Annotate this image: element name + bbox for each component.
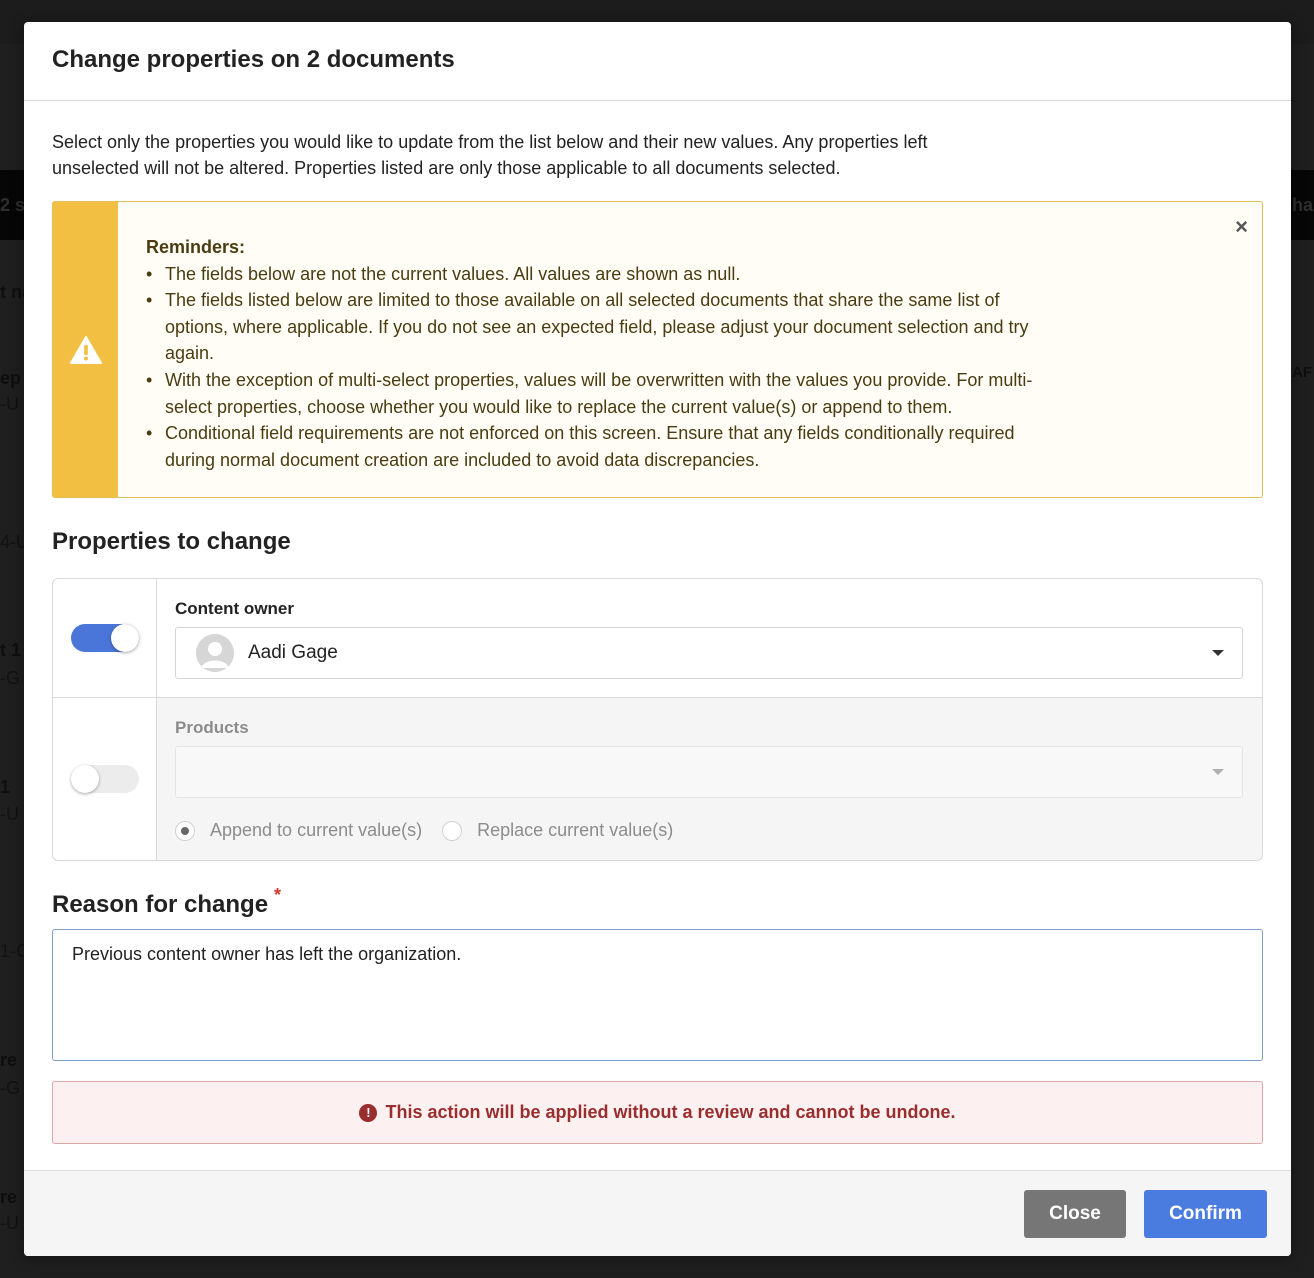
required-marker: * [274, 885, 282, 905]
intro-text: Select only the properties you would lik… [52, 132, 928, 178]
irreversible-warning-text: This action will be applied without a re… [385, 1102, 956, 1122]
property-row-content-owner: Content owner Aadi Gage [53, 579, 1262, 698]
confirm-button[interactable]: Confirm [1144, 1189, 1267, 1238]
property-row-products: Products Append to current value(s) Repl… [53, 698, 1262, 860]
replace-radio[interactable]: Replace current value(s) [442, 820, 673, 841]
property-toggle-cell [53, 579, 157, 697]
toggle-knob [110, 624, 139, 652]
radio-button-checked[interactable] [175, 820, 195, 841]
append-radio[interactable]: Append to current value(s) [175, 820, 422, 841]
property-main: Content owner Aadi Gage [157, 579, 1262, 697]
close-icon[interactable]: × [1235, 214, 1248, 240]
alert-side-bar [53, 202, 118, 497]
reason-textarea[interactable]: Previous content owner has left the orga… [52, 929, 1263, 1061]
warning-icon [69, 335, 102, 364]
properties-list: Content owner Aadi Gage Products Append … [52, 578, 1263, 861]
content-owner-value: Aadi Gage [248, 642, 338, 663]
content-owner-toggle[interactable] [70, 624, 139, 652]
products-toggle[interactable] [70, 765, 139, 793]
products-mode-radios: Append to current value(s) Replace curre… [175, 820, 1243, 841]
reason-section-title: Reason for change * [52, 885, 281, 919]
alert-heading: Reminders: [146, 237, 246, 257]
alert-list-item: The fields below are not the current val… [146, 261, 1050, 288]
content-owner-label: Content owner [175, 599, 294, 618]
alert-list: The fields below are not the current val… [146, 261, 1050, 474]
modal-footer: Close Confirm [24, 1170, 1291, 1256]
modal-body: Select only the properties you would lik… [24, 101, 1291, 1144]
close-button[interactable]: Close [1024, 1189, 1126, 1238]
error-icon: ! [359, 1103, 378, 1122]
modal-header: Change properties on 2 documents [24, 22, 1291, 101]
content-owner-select[interactable]: Aadi Gage [175, 627, 1243, 679]
chevron-down-icon[interactable] [1212, 650, 1224, 656]
property-toggle-cell [53, 698, 157, 860]
change-properties-modal: Change properties on 2 documents Select … [24, 22, 1291, 1256]
reason-title-text: Reason for change [52, 891, 269, 918]
toggle-knob [70, 765, 99, 793]
alert-content: Reminders: The fields below are not the … [118, 202, 1078, 497]
alert-list-item: The fields listed below are limited to t… [146, 287, 1050, 367]
alert-list-item: With the exception of multi-select prope… [146, 367, 1050, 420]
products-label: Products [175, 718, 249, 737]
property-main: Products Append to current value(s) Repl… [157, 698, 1262, 860]
chevron-down-icon[interactable] [1212, 769, 1224, 775]
radio-button[interactable] [442, 820, 463, 841]
alert-list-item: Conditional field requirements are not e… [146, 420, 1050, 473]
products-select[interactable] [175, 746, 1243, 798]
modal-title: Change properties on 2 documents [52, 46, 455, 73]
user-avatar-icon [196, 634, 234, 672]
reminders-alert: Reminders: The fields below are not the … [52, 201, 1263, 498]
irreversible-warning: ! This action will be applied without a … [52, 1081, 1263, 1144]
append-radio-label: Append to current value(s) [210, 820, 423, 840]
replace-radio-label: Replace current value(s) [477, 820, 674, 840]
properties-section-title: Properties to change [52, 528, 291, 555]
